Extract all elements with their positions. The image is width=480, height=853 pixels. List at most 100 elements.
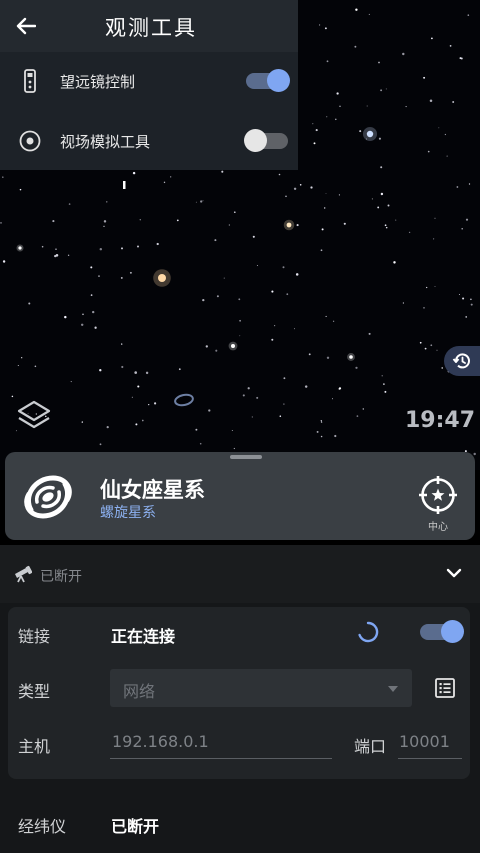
star [99, 247, 103, 251]
star [316, 430, 319, 433]
star [338, 194, 340, 196]
star [82, 313, 84, 316]
star [385, 226, 388, 229]
chevron-down-icon[interactable] [446, 567, 462, 579]
star [378, 61, 380, 64]
star [214, 239, 217, 242]
star [384, 390, 387, 393]
star [55, 248, 57, 250]
star [465, 218, 469, 221]
star [21, 357, 23, 359]
star [238, 298, 241, 301]
star [0, 222, 2, 224]
telescope-control-toggle[interactable] [246, 69, 290, 92]
connection-form: 链接 正在连接 类型 网络 主机 192.168.0.1 端口 10001 [8, 607, 470, 779]
star [321, 228, 324, 231]
layers-icon[interactable] [15, 398, 53, 434]
star [121, 343, 123, 345]
star [362, 408, 365, 410]
link-toggle[interactable] [420, 620, 464, 643]
star [98, 275, 100, 277]
star [295, 273, 299, 276]
star [54, 254, 57, 258]
fov-simulator-row[interactable]: 视场模拟工具 [0, 112, 298, 170]
star [239, 335, 241, 337]
type-select[interactable]: 网络 [110, 669, 412, 707]
star [339, 105, 341, 107]
galaxy-marker[interactable] [174, 393, 194, 407]
star [468, 183, 471, 185]
connection-status: 已断开 [40, 569, 82, 585]
object-info-card[interactable]: 仙女座星系 螺旋星系 中心 [5, 452, 475, 540]
mount-row: 经纬仪 已断开 [0, 795, 480, 853]
star [283, 403, 285, 405]
link-status: 正在连接 [111, 627, 176, 646]
star [424, 347, 427, 350]
center-label: 中心 [428, 522, 448, 533]
star [19, 188, 22, 191]
star [326, 356, 330, 359]
star [135, 423, 138, 426]
star [467, 14, 470, 16]
back-button[interactable] [10, 10, 42, 42]
star [393, 261, 396, 264]
star [228, 224, 230, 226]
star [278, 173, 281, 176]
star [423, 76, 426, 79]
star [368, 13, 370, 15]
star [446, 155, 448, 157]
star [320, 249, 323, 252]
star [470, 298, 472, 301]
star [359, 130, 362, 133]
star [304, 385, 308, 388]
star [256, 396, 259, 399]
observation-tools-panel: 观测工具 望远镜控制 视场模拟工具 [0, 0, 298, 170]
star [106, 425, 109, 429]
star [313, 142, 316, 145]
telescope-control-row[interactable]: 望远镜控制 [0, 52, 298, 110]
host-label: 主机 [18, 737, 51, 756]
star [68, 203, 71, 205]
telescope-icon [15, 565, 32, 583]
fov-simulator-toggle[interactable] [244, 129, 288, 152]
list-icon[interactable] [434, 677, 456, 699]
center-button[interactable]: 中心 [415, 474, 461, 533]
star [387, 204, 390, 207]
star [285, 195, 287, 198]
port-input[interactable]: 10001 [398, 729, 462, 759]
star [2, 176, 4, 178]
loading-spinner-icon [358, 621, 379, 643]
star [380, 192, 384, 196]
object-name: 仙女座星系 [100, 478, 205, 502]
star [156, 242, 159, 246]
star [132, 171, 136, 175]
link-label: 链接 [18, 627, 51, 646]
star [154, 402, 157, 405]
star [419, 341, 422, 344]
star [223, 277, 225, 279]
connection-status-bar[interactable]: 已断开 [0, 545, 480, 603]
star [239, 319, 241, 322]
star [293, 187, 297, 190]
star [208, 409, 211, 412]
star [380, 166, 383, 169]
history-button[interactable] [444, 346, 480, 376]
star [462, 297, 465, 300]
star [94, 326, 97, 329]
drag-handle[interactable] [230, 455, 262, 459]
panel-header: 观测工具 [0, 0, 298, 52]
star [106, 201, 108, 203]
star [380, 89, 383, 92]
host-input[interactable]: 192.168.0.1 [110, 729, 332, 759]
star [148, 403, 150, 406]
star [170, 176, 172, 178]
star [252, 235, 255, 238]
bright-star [349, 355, 353, 359]
star [381, 375, 383, 377]
star [283, 377, 286, 380]
star [92, 310, 95, 314]
star [332, 398, 333, 400]
type-select-value: 网络 [123, 682, 156, 701]
star [11, 395, 14, 398]
star [402, 52, 405, 56]
